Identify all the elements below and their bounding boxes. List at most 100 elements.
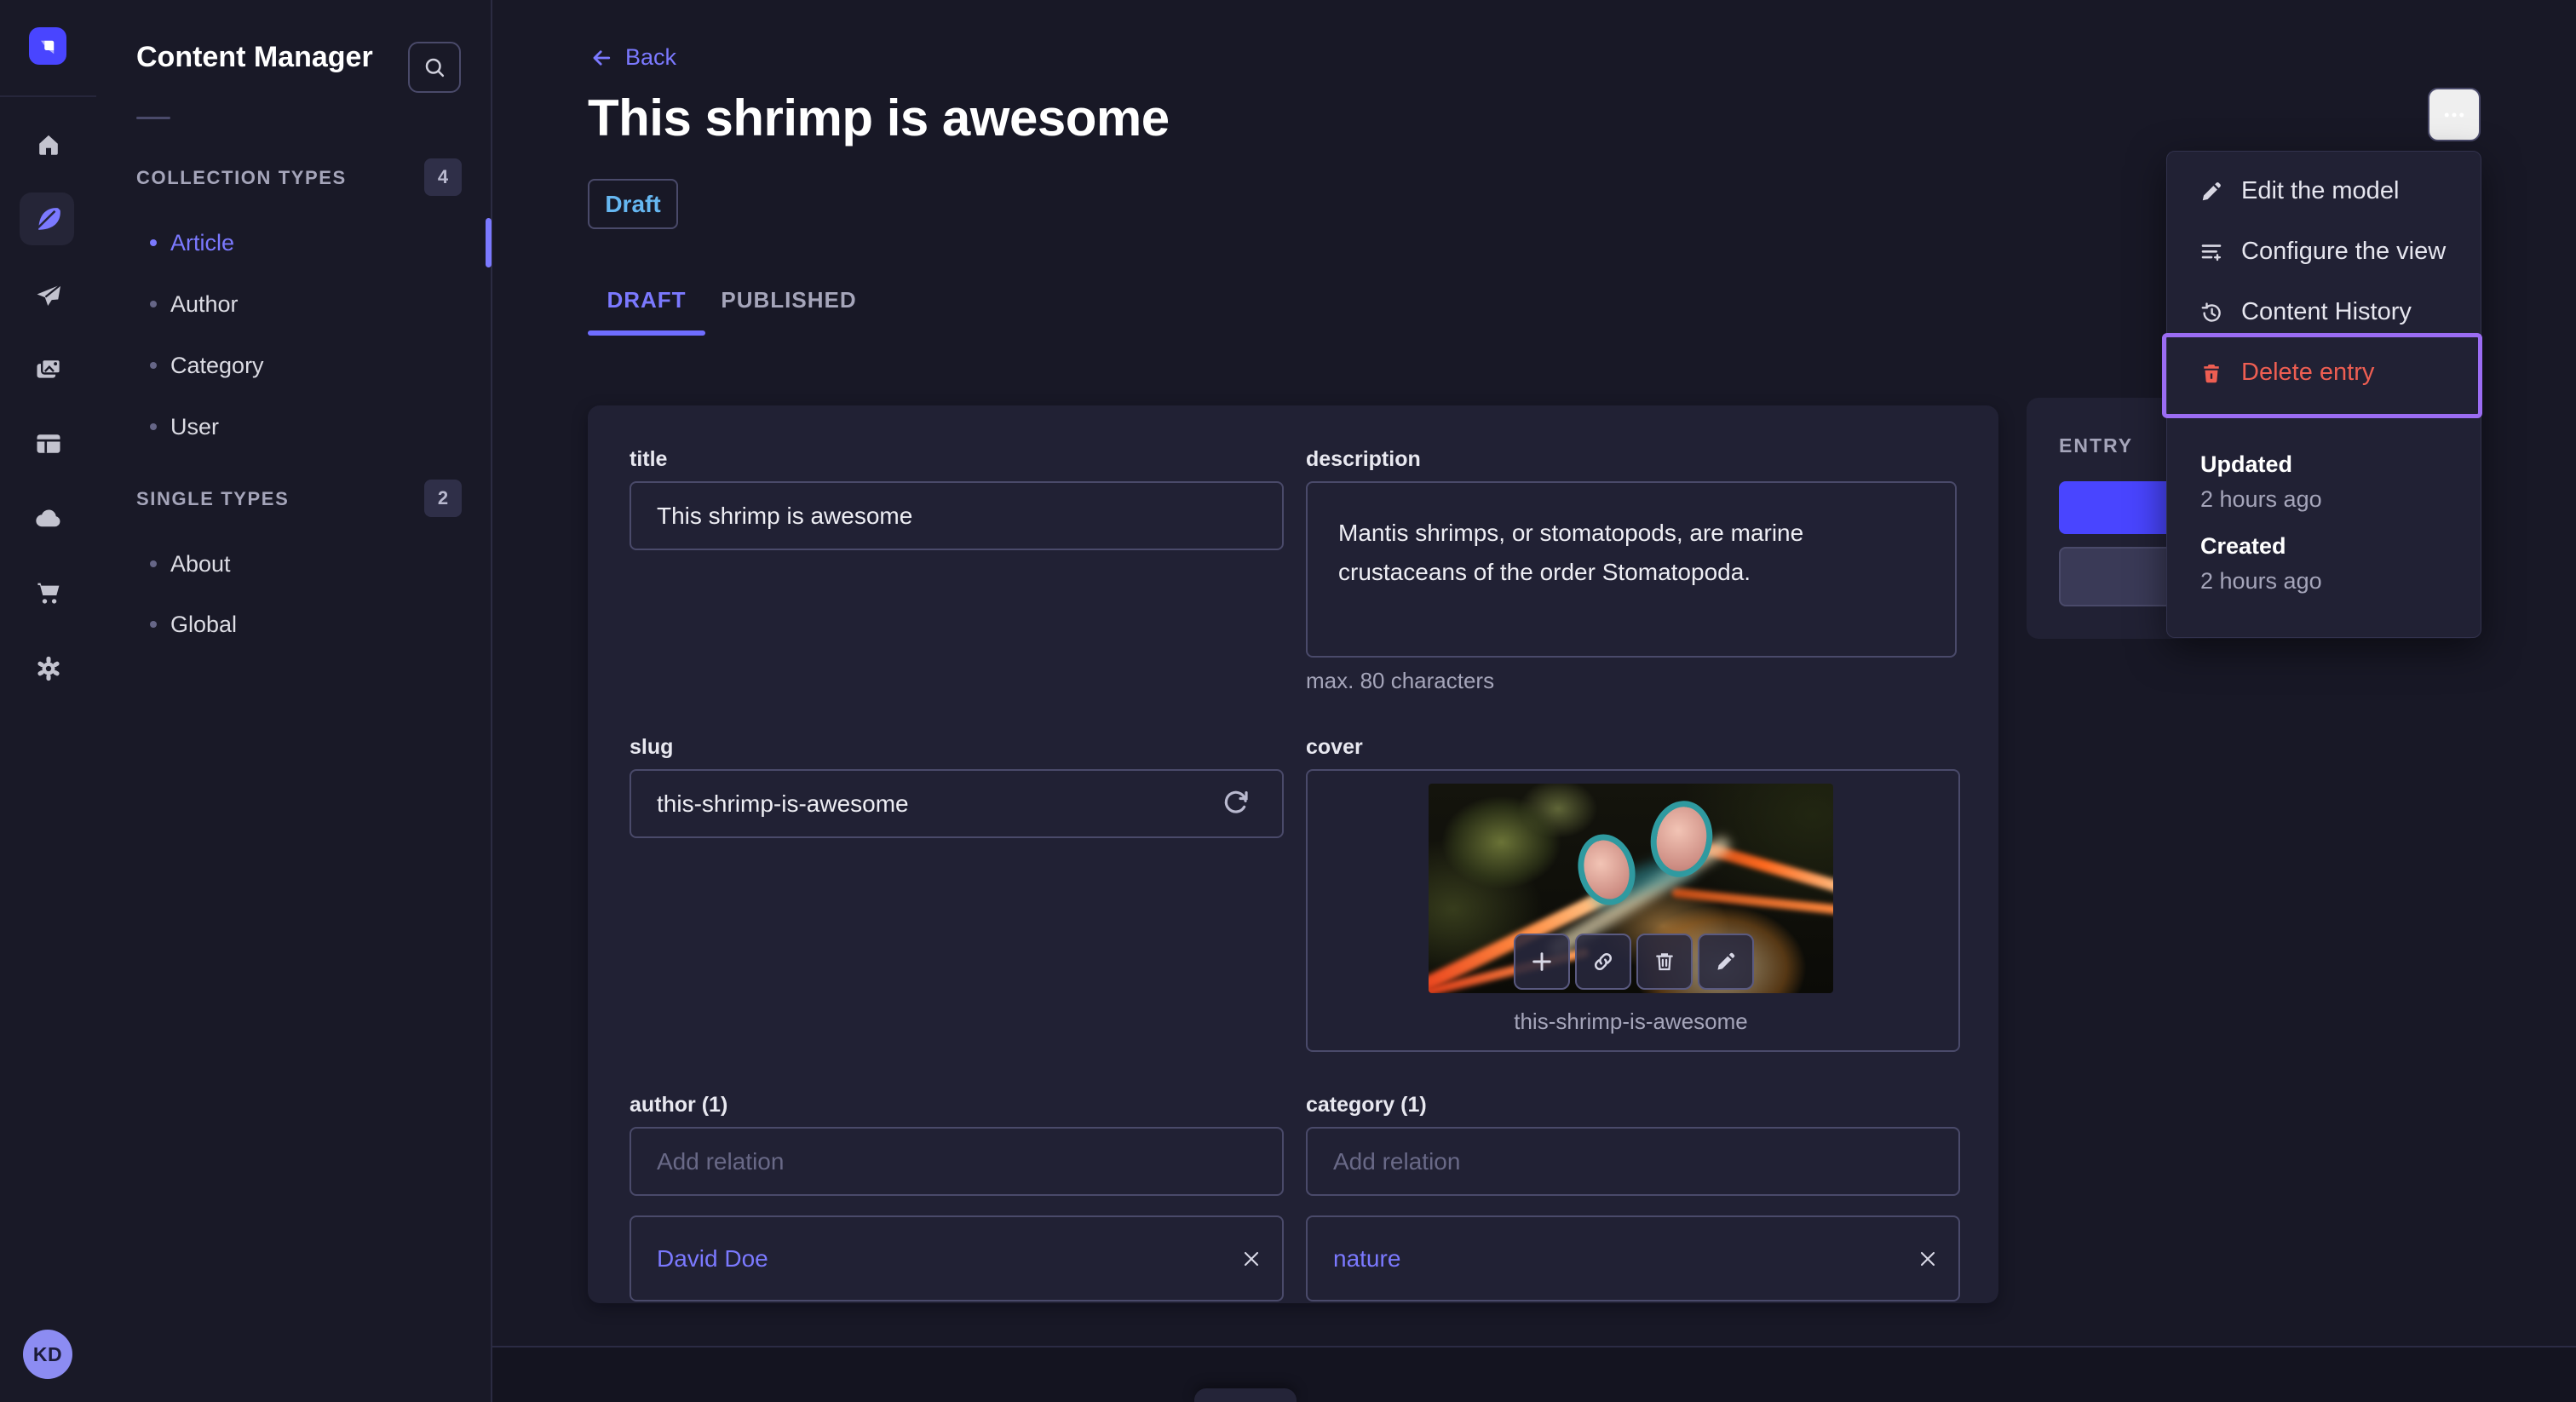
sidebar-item-marketplace[interactable]	[21, 566, 76, 620]
updated-label: Updated	[2200, 451, 2292, 477]
remove-relation-button[interactable]	[1916, 1247, 1940, 1271]
title-input-value[interactable]	[631, 502, 1282, 530]
cover-field-label: cover	[1306, 735, 1363, 759]
active-item-indicator	[486, 218, 492, 267]
sidebar-item-releases[interactable]	[21, 268, 76, 323]
menu-item-content-history[interactable]: Content History	[2166, 282, 2480, 342]
sidebar-item-global[interactable]: Global	[136, 607, 477, 641]
menu-item-label: Delete entry	[2241, 359, 2375, 386]
user-avatar[interactable]: KD	[23, 1330, 72, 1379]
bullet-icon	[150, 621, 157, 628]
bullet-icon	[150, 362, 157, 369]
nav-item-label: About	[170, 550, 231, 577]
sidebar-item-about[interactable]: About	[136, 547, 477, 581]
more-options-button[interactable]	[2428, 88, 2481, 141]
nav-item-label: Article	[170, 229, 235, 256]
sidebar-item-deploy[interactable]	[21, 491, 76, 545]
close-icon	[1920, 1251, 1935, 1266]
menu-item-delete-entry[interactable]: Delete entry	[2166, 342, 2480, 403]
author-combobox-placeholder: Add relation	[657, 1147, 785, 1175]
category-relation-item[interactable]: nature	[1306, 1215, 1960, 1301]
nav-item-label: Category	[170, 352, 264, 378]
paper-plane-icon	[37, 284, 61, 306]
nav-item-label: Author	[170, 290, 239, 317]
author-field-label: author (1)	[630, 1093, 728, 1117]
slug-field-label: slug	[630, 735, 674, 759]
remove-relation-button[interactable]	[1239, 1247, 1263, 1271]
rail-divider	[0, 95, 96, 97]
cover-art-streak	[1670, 887, 1833, 916]
bullet-icon	[150, 423, 157, 430]
subnav-divider	[136, 117, 170, 119]
close-icon	[1244, 1251, 1259, 1266]
nav-item-label: Global	[170, 611, 238, 637]
strapi-logo-icon	[41, 40, 55, 55]
delete-media-button[interactable]	[1636, 934, 1693, 990]
sidebar-item-user[interactable]: User	[136, 410, 477, 444]
app-window: KD Content Manager COLLECTION TYPES 4 Ar…	[0, 0, 2576, 1402]
menu-item-label: Configure the view	[2241, 238, 2447, 265]
bullet-icon	[150, 239, 157, 246]
menu-item-label: Edit the model	[2241, 177, 2400, 204]
sidebar-item-settings[interactable]	[21, 641, 76, 696]
home-icon	[39, 135, 58, 155]
content-bottom-strip	[492, 1347, 2576, 1402]
relation-name: nature	[1333, 1244, 1401, 1272]
title-field-label: title	[630, 447, 668, 471]
cloud-icon	[36, 509, 60, 527]
menu-item-edit-model[interactable]: Edit the model	[2166, 161, 2480, 221]
sidebar-item-home[interactable]	[21, 118, 76, 172]
search-button[interactable]	[408, 42, 461, 93]
back-link[interactable]: Back	[589, 44, 676, 71]
menu-item-configure-view[interactable]: Configure the view	[2166, 221, 2480, 282]
configure-icon	[2197, 239, 2226, 265]
created-label: Created	[2200, 533, 2286, 559]
author-relation-combobox[interactable]: Add relation	[630, 1127, 1284, 1196]
relation-name: David Doe	[657, 1244, 768, 1272]
cover-filename: this-shrimp-is-awesome	[1514, 1008, 1748, 1034]
edit-media-button[interactable]	[1698, 934, 1754, 990]
subnav-title: Content Manager	[136, 41, 373, 73]
title-input[interactable]	[630, 481, 1284, 550]
copy-link-button[interactable]	[1575, 934, 1631, 990]
category-relation-combobox[interactable]: Add relation	[1306, 1127, 1960, 1196]
bullet-icon	[150, 301, 157, 307]
link-icon	[1594, 952, 1613, 971]
sidebar-item-content-manager[interactable]	[20, 192, 74, 245]
single-types-heading: SINGLE TYPES	[136, 488, 290, 509]
author-relation-item[interactable]: David Doe	[630, 1215, 1284, 1301]
add-media-button[interactable]	[1514, 934, 1570, 990]
collection-types-heading: COLLECTION TYPES	[136, 167, 347, 188]
active-tab-underline	[588, 330, 705, 336]
strapi-logo[interactable]	[29, 27, 66, 65]
created-value: 2 hours ago	[2200, 568, 2322, 594]
images-icon	[37, 358, 61, 378]
plus-icon	[1532, 952, 1551, 971]
back-label: Back	[625, 44, 677, 70]
sidebar-item-article[interactable]: Article	[136, 226, 477, 260]
pencil-icon	[1717, 952, 1735, 970]
sidebar-item-author[interactable]: Author	[136, 287, 477, 321]
trash-icon	[2197, 361, 2226, 385]
updated-value: 2 hours ago	[2200, 486, 2322, 512]
sidebar-item-content-type-builder[interactable]	[21, 417, 76, 471]
description-hint: max. 80 characters	[1306, 668, 1495, 693]
collection-types-count-badge: 4	[424, 158, 462, 196]
single-types-count-badge: 2	[424, 480, 462, 517]
sidebar-item-media-library[interactable]	[21, 342, 76, 397]
nav-item-label: User	[170, 413, 220, 440]
subnav-background	[96, 0, 492, 1402]
slug-input[interactable]	[630, 769, 1284, 838]
trash-icon	[1656, 953, 1673, 971]
description-textarea[interactable]: Mantis shrimps, or stomatopods, are mari…	[1306, 481, 1957, 658]
description-field-label: description	[1306, 447, 1421, 471]
tab-published[interactable]: PUBLISHED	[720, 273, 858, 327]
pencil-icon	[2197, 179, 2226, 204]
slug-input-value[interactable]	[631, 790, 1282, 818]
search-icon	[425, 58, 445, 78]
sidebar-item-category[interactable]: Category	[136, 348, 477, 382]
tab-draft[interactable]: DRAFT	[588, 273, 705, 327]
bullet-icon	[150, 560, 157, 567]
arrow-left-icon	[593, 49, 611, 66]
regenerate-slug-button[interactable]	[1220, 785, 1252, 818]
